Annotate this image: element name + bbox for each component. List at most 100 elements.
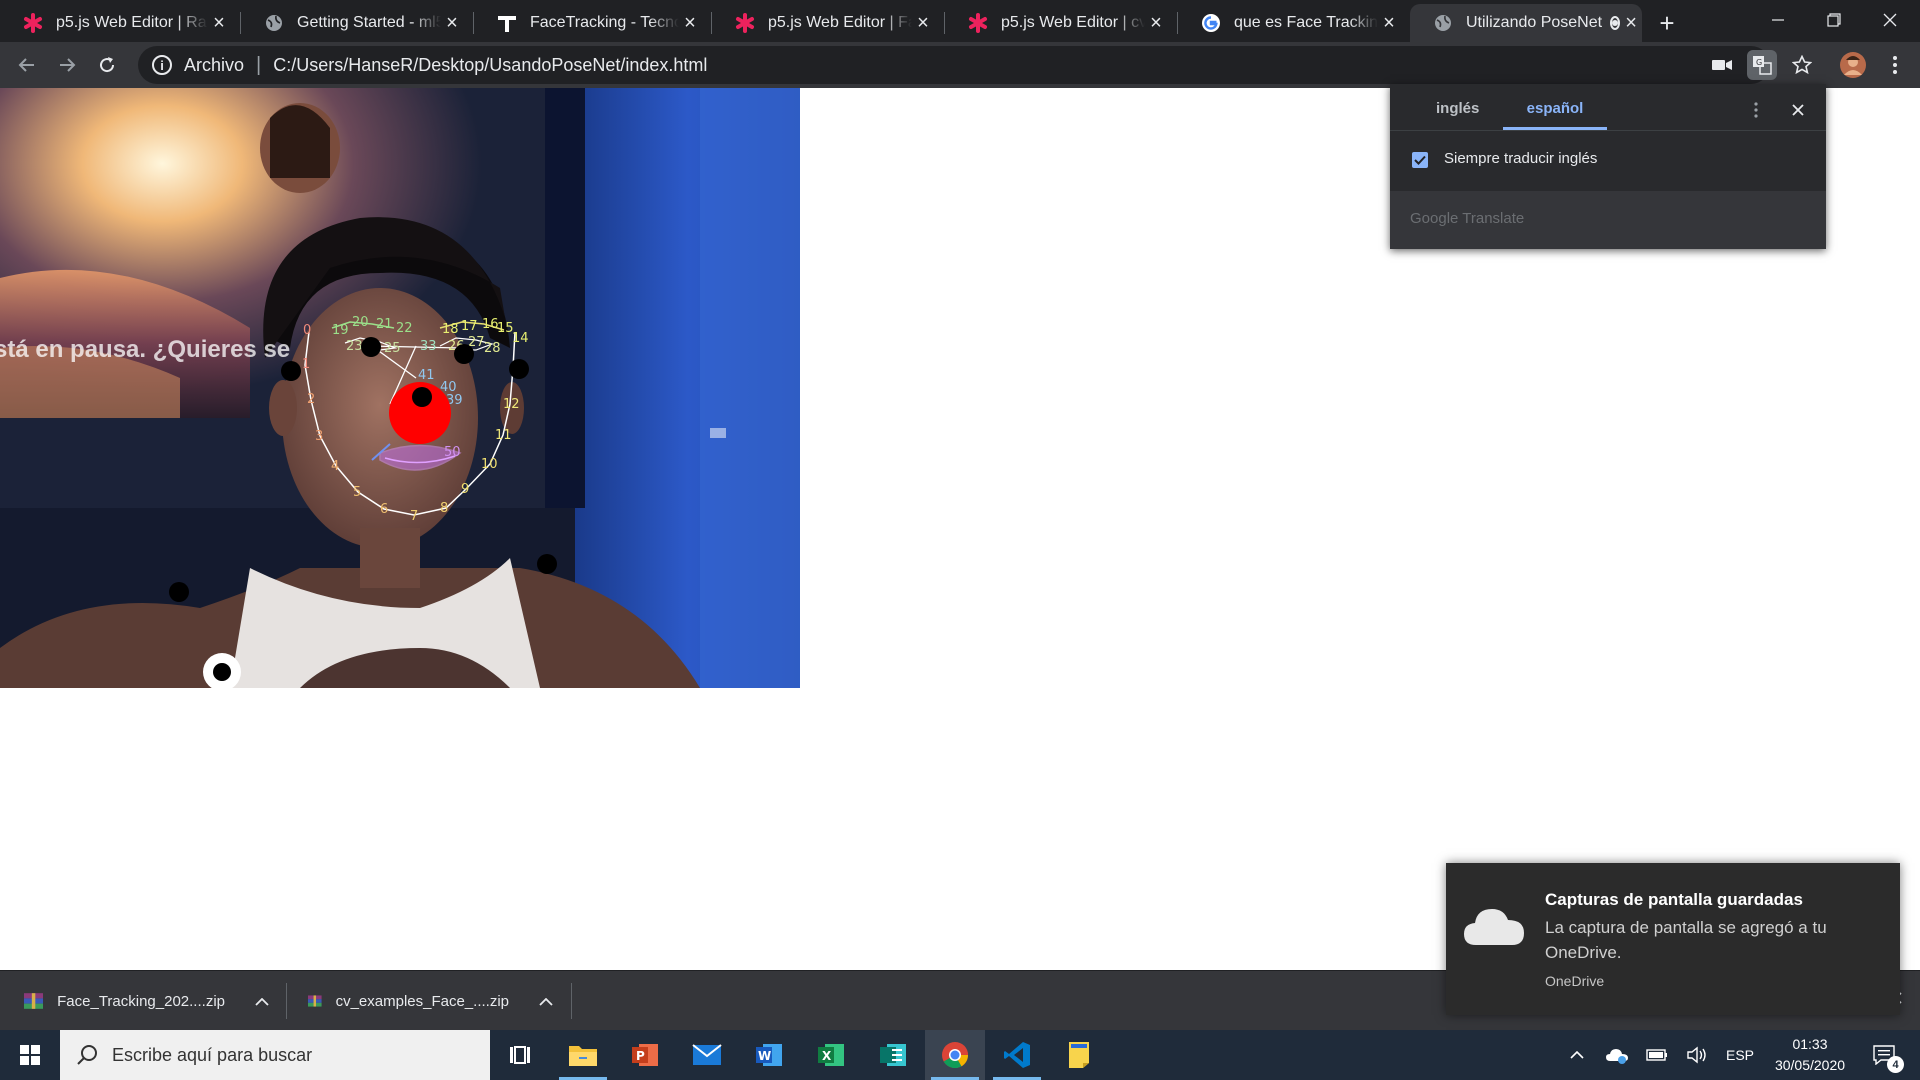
more-options-icon[interactable] <box>1746 98 1766 122</box>
notification-title: Capturas de pantalla guardadas <box>1545 890 1803 909</box>
tab-posenet[interactable]: Utilizando PoseNet × <box>1410 4 1642 42</box>
close-window-button[interactable] <box>1860 0 1920 40</box>
publisher-icon[interactable] <box>863 1030 923 1080</box>
winrar-archive-icon <box>24 993 44 1009</box>
close-icon[interactable]: × <box>1145 12 1167 34</box>
chrome-icon[interactable] <box>925 1030 985 1080</box>
keypoint <box>537 554 557 574</box>
webcam-video: stá en pausa. ¿Quieres se 0 1 2 3 4 5 6 … <box>0 88 800 688</box>
tab-p5-rain[interactable]: p5.js Web Editor | Rain × <box>0 4 240 42</box>
face-point-label: 7 <box>410 509 418 524</box>
face-point-label: 33 <box>420 339 437 354</box>
powerpoint-icon[interactable]: P <box>615 1030 675 1080</box>
tab-title: p5.js Web Editor | cv-e <box>1001 14 1145 31</box>
tab-p5-cv[interactable]: p5.js Web Editor | cv-e × <box>945 4 1177 42</box>
restore-button[interactable] <box>1804 0 1864 40</box>
p5-asterisk-icon <box>967 12 989 34</box>
always-translate-checkbox[interactable] <box>1412 152 1428 168</box>
volume-icon[interactable] <box>1680 1030 1714 1080</box>
face-point-label: 18 <box>442 322 459 337</box>
download-divider <box>286 983 287 1019</box>
chrome-menu-icon[interactable] <box>1880 50 1910 80</box>
tab-google-search[interactable]: que es Face Tracking - × <box>1178 4 1410 42</box>
download-filename: cv_examples_Face_....zip <box>335 992 509 1010</box>
face-point-label: 21 <box>376 317 393 332</box>
tab-ml5[interactable]: Getting Started - ml5 - × <box>241 4 473 42</box>
avatar[interactable] <box>1838 50 1868 80</box>
onedrive-sync-icon[interactable] <box>1600 1030 1634 1080</box>
forward-button[interactable] <box>52 50 82 80</box>
recording-dot-icon <box>1610 16 1621 30</box>
google-translate-link[interactable]: Google Translate <box>1410 210 1524 227</box>
keypoint <box>361 337 381 357</box>
address-bar[interactable]: i Archivo | C:/Users/HanseR/Desktop/Usan… <box>138 46 1770 84</box>
browser-toolbar: i Archivo | C:/Users/HanseR/Desktop/Usan… <box>0 42 1920 88</box>
site-info-icon[interactable]: i <box>152 55 172 75</box>
back-button[interactable] <box>12 50 42 80</box>
excel-icon[interactable]: X <box>801 1030 861 1080</box>
windows-start-icon[interactable] <box>0 1030 60 1080</box>
taskbar-clock[interactable]: 01:33 30/05/2020 <box>1762 1034 1858 1076</box>
keypoint <box>412 387 432 407</box>
google-icon <box>1200 12 1222 34</box>
url-text[interactable]: C:/Users/HanseR/Desktop/UsandoPoseNet/in… <box>273 55 707 76</box>
camera-in-use-icon[interactable] <box>1707 50 1737 80</box>
close-icon[interactable]: × <box>1378 12 1400 34</box>
face-point-label: 10 <box>481 457 498 472</box>
paused-overlay-text: stá en pausa. ¿Quieres se <box>0 336 290 363</box>
notification-source: OneDrive <box>1545 973 1605 989</box>
close-icon[interactable]: × <box>208 12 230 34</box>
reload-button[interactable] <box>92 50 122 80</box>
word-icon[interactable]: W <box>739 1030 799 1080</box>
close-icon[interactable]: × <box>1620 12 1642 34</box>
vscode-icon[interactable] <box>987 1030 1047 1080</box>
face-point-label: 23 <box>346 339 363 354</box>
input-language-indicator[interactable]: ESP <box>1720 1030 1760 1080</box>
face-point-label: 17 <box>461 319 478 334</box>
close-icon[interactable] <box>1788 100 1808 120</box>
cloud-icon <box>1464 909 1524 945</box>
tab-target-language[interactable]: español <box>1503 100 1607 130</box>
chevron-up-icon[interactable] <box>539 993 553 1010</box>
svg-text:G: G <box>1756 58 1762 67</box>
tab-strip: p5.js Web Editor | Rain × Getting Starte… <box>0 0 1920 42</box>
posenet-canvas: stá en pausa. ¿Quieres se 0 1 2 3 4 5 6 … <box>0 88 800 688</box>
close-icon[interactable]: × <box>441 12 463 34</box>
download-item[interactable]: cv_examples_Face_....zip <box>308 971 553 1031</box>
taskbar-search-box[interactable]: Escribe aquí para buscar <box>60 1030 490 1080</box>
tab-title: p5.js Web Editor | Face <box>768 14 912 31</box>
address-separator: | <box>256 53 262 76</box>
notification-badge: 4 <box>1887 1056 1904 1073</box>
task-view-icon[interactable] <box>490 1030 550 1080</box>
chevron-up-icon[interactable] <box>1562 1030 1592 1080</box>
always-translate-label[interactable]: Siempre traducir inglés <box>1444 150 1597 167</box>
minimize-button[interactable] <box>1748 0 1808 40</box>
tab-p5-face[interactable]: p5.js Web Editor | Face × <box>712 4 944 42</box>
t-logo-icon <box>496 12 518 34</box>
clock-time: 01:33 <box>1792 1036 1828 1052</box>
mail-icon[interactable] <box>677 1030 737 1080</box>
close-icon[interactable]: × <box>679 12 701 34</box>
new-tab-button[interactable]: + <box>1652 8 1682 38</box>
tab-title: FaceTracking - Tecnolo <box>530 14 679 31</box>
sticky-notes-icon[interactable] <box>1049 1030 1109 1080</box>
face-point-label: 4 <box>331 459 339 474</box>
bookmark-star-icon[interactable] <box>1787 50 1817 80</box>
close-icon[interactable]: × <box>912 12 934 34</box>
onedrive-notification[interactable]: Capturas de pantalla guardadas La captur… <box>1446 863 1900 1015</box>
face-point-label: 14 <box>512 331 529 346</box>
file-explorer-icon[interactable] <box>553 1030 613 1080</box>
tab-facetracking[interactable]: FaceTracking - Tecnolo × <box>474 4 711 42</box>
tab-source-language[interactable]: inglés <box>1436 100 1479 130</box>
face-point-label: 8 <box>440 501 448 516</box>
search-placeholder: Escribe aquí para buscar <box>112 1044 313 1065</box>
battery-icon[interactable] <box>1640 1030 1674 1080</box>
face-point-label: 16 <box>482 317 499 332</box>
p5-asterisk-icon <box>22 12 44 34</box>
action-center-icon[interactable]: 4 <box>1862 1030 1906 1080</box>
translate-icon[interactable]: G <box>1747 50 1777 80</box>
protocol-label: Archivo <box>184 54 245 75</box>
face-point-label: 20 <box>352 315 369 330</box>
chevron-up-icon[interactable] <box>255 993 269 1010</box>
download-item[interactable]: Face_Tracking_202....zip <box>24 971 269 1031</box>
